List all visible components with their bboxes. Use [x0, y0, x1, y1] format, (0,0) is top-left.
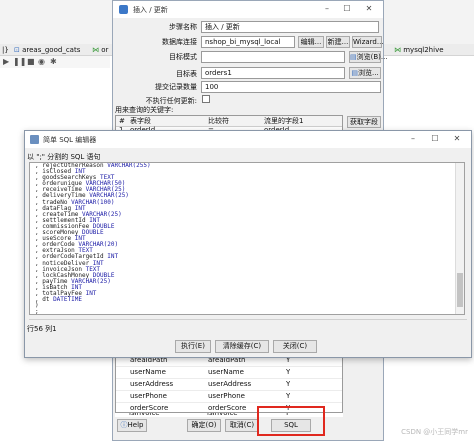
col-header-stream-field1: 流里的字段1 [264, 117, 304, 125]
key-lookup-label: 用来查询的关键字: [115, 106, 174, 114]
pause-icon[interactable]: ❚❚ [13, 57, 26, 66]
help-icon: ⓘ [120, 421, 128, 429]
divider [29, 319, 467, 320]
sql-hint-label: 以 ";" 分割的 SQL 语句 [27, 153, 101, 161]
commit-size-label: 提交记录数量 [155, 83, 197, 91]
close-button[interactable]: 关闭(C) [273, 340, 317, 353]
play-icon[interactable]: ▶ [3, 57, 9, 66]
step-name-label: 步骤名称 [169, 23, 197, 31]
sql-button[interactable]: SQL [271, 419, 311, 432]
col-header-comparator: 比较符 [208, 117, 229, 125]
no-update-checkbox[interactable] [202, 95, 210, 103]
help-button[interactable]: ⓘHelp [117, 419, 147, 432]
minimize-icon[interactable]: – [405, 133, 421, 145]
new-connection-button[interactable]: 新建... [326, 36, 350, 48]
browse-table-button[interactable]: ▤浏览... [349, 67, 381, 79]
table-icon: ▤ [351, 69, 358, 77]
editor-icon [30, 135, 39, 144]
col-header-table-field: 表字段 [130, 117, 151, 125]
target-schema-input[interactable] [201, 51, 345, 63]
edit-connection-button[interactable]: 编辑... [298, 36, 324, 48]
wizard-button[interactable]: Wizard... [352, 36, 384, 48]
transform-icon: ⊡ [14, 46, 20, 54]
sql-editor-title: 简单 SQL 编辑器 [43, 136, 97, 144]
preview-icon[interactable]: ◉ [38, 57, 45, 66]
close-icon[interactable]: ✕ [449, 133, 465, 145]
watermark: CSDN @小王同学mr [401, 428, 468, 436]
tab-or[interactable]: ⋈ or [92, 44, 110, 56]
debug-icon[interactable]: ✱ [50, 57, 57, 66]
target-table-label: 目标表 [176, 70, 197, 78]
update-fields-table: areaIdPath areaIdPath Y userName userNam… [115, 351, 343, 415]
connection-label: 数据库连接 [162, 38, 197, 46]
commit-size-input[interactable]: 100 [201, 81, 381, 93]
ide-toolbar: ▶ ❚❚ ■ ◉ ✱ [0, 56, 110, 68]
transform-icon: ⋈ [394, 46, 401, 54]
connection-select[interactable]: nshop_bi_mysql_local [201, 36, 295, 48]
target-table-input[interactable]: orders1 [201, 67, 345, 79]
get-fields-button[interactable]: 获取字段 [347, 116, 381, 128]
clear-cache-button[interactable]: 清除缓存(C) [215, 340, 269, 353]
close-icon[interactable]: ✕ [361, 3, 377, 15]
dialog-titlebar: 插入 / 更新 – ☐ ✕ [113, 1, 383, 18]
dialog-title: 插入 / 更新 [133, 6, 168, 14]
ok-button[interactable]: 确定(O) [187, 419, 221, 432]
maximize-icon[interactable]: ☐ [339, 3, 355, 15]
cursor-position-status: 行56 列1 [27, 325, 57, 333]
cancel-button[interactable]: 取消(C) [225, 419, 259, 432]
target-schema-label: 目标模式 [169, 53, 197, 61]
tab-areas-good-cats[interactable]: ⊡ areas_good_cats [14, 44, 88, 56]
step-icon [119, 5, 128, 14]
execute-button[interactable]: 执行(E) [175, 340, 211, 353]
col-header-index: # [119, 117, 125, 125]
vertical-scrollbar[interactable] [455, 163, 464, 314]
maximize-icon[interactable]: ☐ [427, 133, 443, 145]
sql-editor-dialog: 简单 SQL 编辑器 – ☐ ✕ 以 ";" 分割的 SQL 语句 , reje… [24, 130, 472, 358]
sql-editor-titlebar: 简单 SQL 编辑器 – ☐ ✕ [25, 131, 471, 148]
minimize-icon[interactable]: – [319, 3, 335, 15]
browse-schema-button[interactable]: ▤浏览(B)... [349, 51, 388, 63]
step-name-input[interactable]: 插入 / 更新 [201, 21, 379, 33]
sql-text-area[interactable]: , rejectOtherReason VARCHAR(255), isClos… [29, 162, 465, 315]
sql-code: , rejectOtherReason VARCHAR(255), isClos… [35, 163, 151, 315]
schema-icon: ▤ [350, 53, 357, 61]
transform-icon: ⋈ [92, 46, 99, 54]
tab-partial[interactable]: |} [2, 44, 10, 56]
stop-icon[interactable]: ■ [27, 57, 35, 66]
scrollbar-thumb[interactable] [457, 273, 463, 307]
sql-code-line: ; [35, 308, 39, 315]
tab-mysql2hive[interactable]: ⋈ mysql2hive [394, 44, 472, 56]
